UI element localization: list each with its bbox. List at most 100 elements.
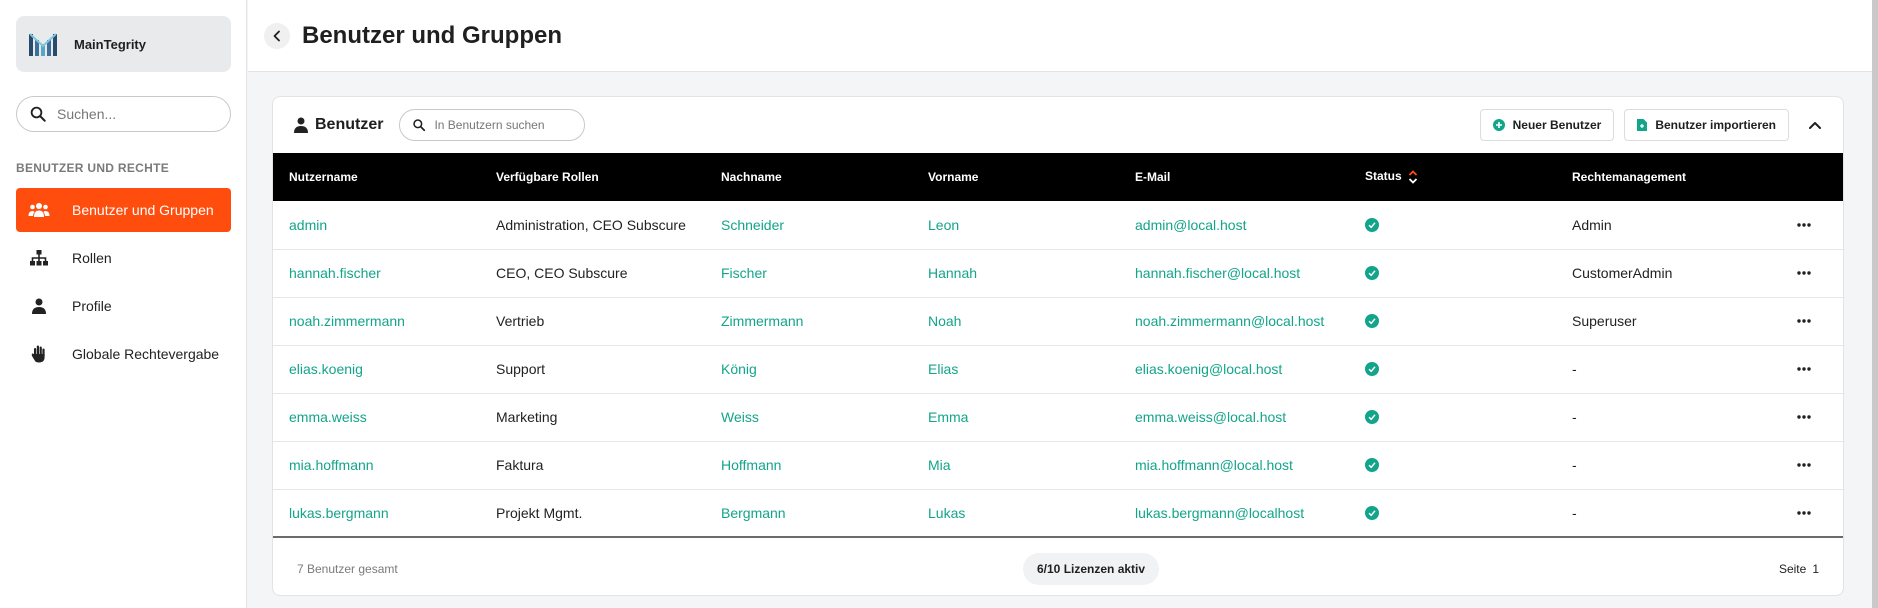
person-icon	[28, 295, 50, 317]
total-users-text: 7 Benutzer gesamt	[297, 562, 398, 576]
users-card: Benutzer Neuer Benutzer Benutzer importi…	[272, 96, 1844, 596]
cell-roles: Faktura	[496, 457, 544, 473]
users-search-input[interactable]	[434, 118, 575, 132]
cell-username[interactable]: noah.zimmermann	[273, 297, 480, 345]
cell-firstname[interactable]: Leon	[912, 201, 1119, 249]
cell-username[interactable]: mia.hoffmann	[273, 441, 480, 489]
sidebar-search-input[interactable]	[57, 106, 207, 122]
cell-lastname[interactable]: Hoffmann	[705, 441, 912, 489]
cell-status	[1349, 201, 1556, 249]
sidebar-item-benutzer-und-gruppen[interactable]: Benutzer und Gruppen	[16, 188, 231, 232]
cell-email[interactable]: admin@local.host	[1119, 201, 1349, 249]
pagination: Seite 1	[1779, 562, 1819, 576]
more-options-icon[interactable]	[1792, 263, 1816, 283]
column-header-status[interactable]: Status	[1349, 153, 1556, 201]
import-users-button[interactable]: Benutzer importieren	[1624, 109, 1789, 141]
cell-firstname[interactable]: Elias	[912, 345, 1119, 393]
sidebar-item-label: Benutzer und Gruppen	[72, 202, 214, 218]
cell-lastname[interactable]: Weiss	[705, 393, 912, 441]
cell-email[interactable]: hannah.fischer@local.host	[1119, 249, 1349, 297]
cell-status	[1349, 489, 1556, 537]
collapse-button[interactable]	[1799, 109, 1831, 141]
import-users-label: Benutzer importieren	[1655, 118, 1776, 132]
cell-rights: CustomerAdmin	[1572, 265, 1673, 281]
cell-lastname[interactable]: Schneider	[705, 201, 912, 249]
cell-username[interactable]: admin	[273, 201, 480, 249]
cell-username[interactable]: lukas.bergmann	[273, 489, 480, 537]
check-circle-icon	[1365, 458, 1379, 472]
users-card-actions: Neuer Benutzer Benutzer importieren	[1479, 109, 1831, 141]
table-row[interactable]: mia.hoffmann Faktura Hoffmann Mia mia.hoffma…	[273, 441, 1843, 489]
table-row[interactable]: admin Administration, CEO Subscure Schneid…	[273, 201, 1843, 249]
cell-status	[1349, 345, 1556, 393]
cell-email[interactable]: mia.hoffmann@local.host	[1119, 441, 1349, 489]
page-title: Benutzer und Gruppen	[302, 21, 562, 49]
table-header-row: Nutzername Verfügbare Rollen Nachname Vo…	[273, 153, 1843, 201]
table-row[interactable]: lukas.bergmann Projekt Mgmt. Bergmann Lukas…	[273, 489, 1843, 537]
cell-username[interactable]: hannah.fischer	[273, 249, 480, 297]
cell-firstname[interactable]: Mia	[912, 441, 1119, 489]
column-header-email[interactable]: E-Mail	[1119, 153, 1349, 201]
chevron-up-icon	[1809, 122, 1821, 129]
cell-firstname[interactable]: Hannah	[912, 249, 1119, 297]
sidebar-item-label: Profile	[72, 298, 112, 314]
cell-roles: CEO, CEO Subscure	[496, 265, 628, 281]
cell-rights: -	[1572, 504, 1577, 521]
more-options-icon[interactable]	[1792, 359, 1816, 379]
users-search[interactable]	[399, 109, 586, 141]
cell-actions	[1776, 345, 1843, 393]
table-row[interactable]: noah.zimmermann Vertrieb Zimmermann Noah noa…	[273, 297, 1843, 345]
cell-actions	[1776, 297, 1843, 345]
users-table: Nutzername Verfügbare Rollen Nachname Vo…	[273, 153, 1843, 538]
column-header-roles[interactable]: Verfügbare Rollen	[480, 153, 705, 201]
column-header-actions	[1776, 153, 1843, 201]
cell-status	[1349, 297, 1556, 345]
license-badge: 6/10 Lizenzen aktiv	[1023, 553, 1160, 585]
column-header-firstname[interactable]: Vorname	[912, 153, 1119, 201]
more-options-icon[interactable]	[1792, 407, 1816, 427]
cell-firstname[interactable]: Noah	[912, 297, 1119, 345]
file-import-icon	[1637, 119, 1648, 131]
cell-username[interactable]: emma.weiss	[273, 393, 480, 441]
table-row[interactable]: emma.weiss Marketing Weiss Emma emma.weiss@l…	[273, 393, 1843, 441]
cell-actions	[1776, 489, 1843, 537]
more-options-icon[interactable]	[1792, 503, 1816, 523]
cell-lastname[interactable]: Zimmermann	[705, 297, 912, 345]
brand-name: MainTegrity	[74, 36, 146, 52]
sidebar-item-profile[interactable]: Profile	[16, 284, 231, 328]
cell-email[interactable]: noah.zimmermann@local.host	[1119, 297, 1349, 345]
table-row[interactable]: hannah.fischer CEO, CEO Subscure Fischer Ha…	[273, 249, 1843, 297]
new-user-label: Neuer Benutzer	[1512, 118, 1602, 132]
cell-lastname[interactable]: König	[705, 345, 912, 393]
more-options-icon[interactable]	[1792, 215, 1816, 235]
page-number[interactable]: 1	[1812, 562, 1819, 576]
back-button[interactable]	[264, 22, 290, 49]
cell-lastname[interactable]: Bergmann	[705, 489, 912, 537]
cell-firstname[interactable]: Lukas	[912, 489, 1119, 537]
window-scrollbar[interactable]	[1872, 0, 1878, 608]
sidebar-search[interactable]	[16, 96, 231, 132]
cell-email[interactable]: lukas.bergmann@localhost	[1119, 489, 1349, 537]
plus-circle-icon	[1492, 119, 1505, 131]
check-circle-icon	[1365, 314, 1379, 328]
brand-block[interactable]: MainTegrity	[16, 16, 231, 72]
cell-rights: Superuser	[1572, 313, 1637, 329]
column-header-lastname[interactable]: Nachname	[705, 153, 912, 201]
users-icon	[28, 199, 50, 221]
cell-username[interactable]: elias.koenig	[273, 345, 480, 393]
column-header-rights[interactable]: Rechtemanagement	[1556, 153, 1776, 201]
sort-icon	[1408, 170, 1417, 184]
check-circle-icon	[1365, 410, 1379, 424]
more-options-icon[interactable]	[1792, 455, 1816, 475]
sidebar-item-rollen[interactable]: Rollen	[16, 236, 231, 280]
column-header-username[interactable]: Nutzername	[273, 153, 480, 201]
table-row[interactable]: elias.koenig Support König Elias elias.koeni…	[273, 345, 1843, 393]
sidebar-item-globale-rechtevergabe[interactable]: Globale Rechtevergabe	[16, 332, 231, 376]
new-user-button[interactable]: Neuer Benutzer	[1479, 109, 1615, 141]
cell-email[interactable]: elias.koenig@local.host	[1119, 345, 1349, 393]
cell-firstname[interactable]: Emma	[912, 393, 1119, 441]
cell-lastname[interactable]: Fischer	[705, 249, 912, 297]
cell-email[interactable]: emma.weiss@local.host	[1119, 393, 1349, 441]
sidebar-nav: Benutzer und Gruppen Rollen Profile Glob…	[16, 188, 231, 380]
more-options-icon[interactable]	[1792, 311, 1816, 331]
